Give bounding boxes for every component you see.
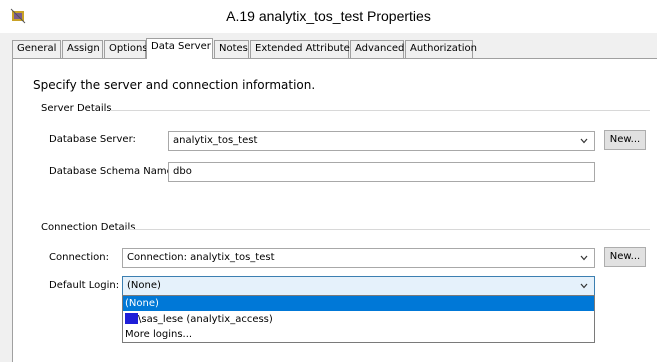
chevron-down-icon	[580, 255, 588, 261]
tab-assign[interactable]: Assign	[62, 40, 103, 58]
tab-strip: General Assign Options Data Server Notes…	[12, 38, 652, 59]
tab-authorization[interactable]: Authorization	[405, 40, 477, 58]
server-details-heading: Server Details	[41, 103, 112, 114]
default-login-value: (None)	[127, 280, 161, 291]
connection-value: Connection: analytix_tos_test	[127, 252, 275, 263]
database-server-value: analytix_tos_test	[173, 135, 258, 146]
dropdown-option-more-logins[interactable]: More logins...	[123, 327, 594, 342]
default-login-dropdown: (None) \sas_lese (analytix_access) More …	[122, 295, 595, 343]
default-login-select[interactable]: (None)	[122, 276, 595, 296]
connection-label: Connection:	[49, 252, 109, 263]
database-server-label: Database Server:	[49, 134, 136, 145]
schema-name-label: Database Schema Name:	[49, 166, 177, 177]
chevron-down-icon	[580, 138, 588, 144]
dropdown-option-label: More logins...	[125, 329, 193, 340]
dropdown-option-label: \sas_lese (analytix_access)	[138, 314, 273, 325]
dropdown-option-sas-lese[interactable]: \sas_lese (analytix_access)	[123, 312, 594, 327]
dropdown-option-label: (None)	[125, 298, 159, 309]
tab-advanced[interactable]: Advanced	[350, 40, 404, 58]
database-server-select[interactable]: analytix_tos_test	[168, 131, 595, 151]
redaction-mark	[125, 313, 138, 324]
connection-details-heading: Connection Details	[41, 222, 136, 233]
tab-extended-attributes[interactable]: Extended Attributes	[250, 40, 355, 58]
chevron-down-icon	[580, 283, 588, 289]
tab-options[interactable]: Options	[104, 40, 148, 58]
schema-name-input[interactable]: dbo	[168, 162, 595, 182]
default-login-label: Default Login:	[49, 280, 120, 291]
title-bar: A.19 analytix_tos_test Properties	[0, 0, 657, 33]
connection-details-divider	[126, 229, 650, 230]
intro-text: Specify the server and connection inform…	[33, 78, 316, 92]
server-details-divider	[110, 110, 650, 111]
new-connection-button[interactable]: New...	[604, 247, 646, 267]
connection-select[interactable]: Connection: analytix_tos_test	[122, 248, 595, 268]
new-server-button[interactable]: New...	[604, 130, 646, 150]
tab-notes[interactable]: Notes	[214, 40, 249, 58]
tab-data-server[interactable]: Data Server	[146, 38, 213, 59]
window-title: A.19 analytix_tos_test Properties	[226, 8, 431, 24]
dropdown-option-none[interactable]: (None)	[123, 296, 594, 311]
tab-general[interactable]: General	[12, 40, 61, 58]
